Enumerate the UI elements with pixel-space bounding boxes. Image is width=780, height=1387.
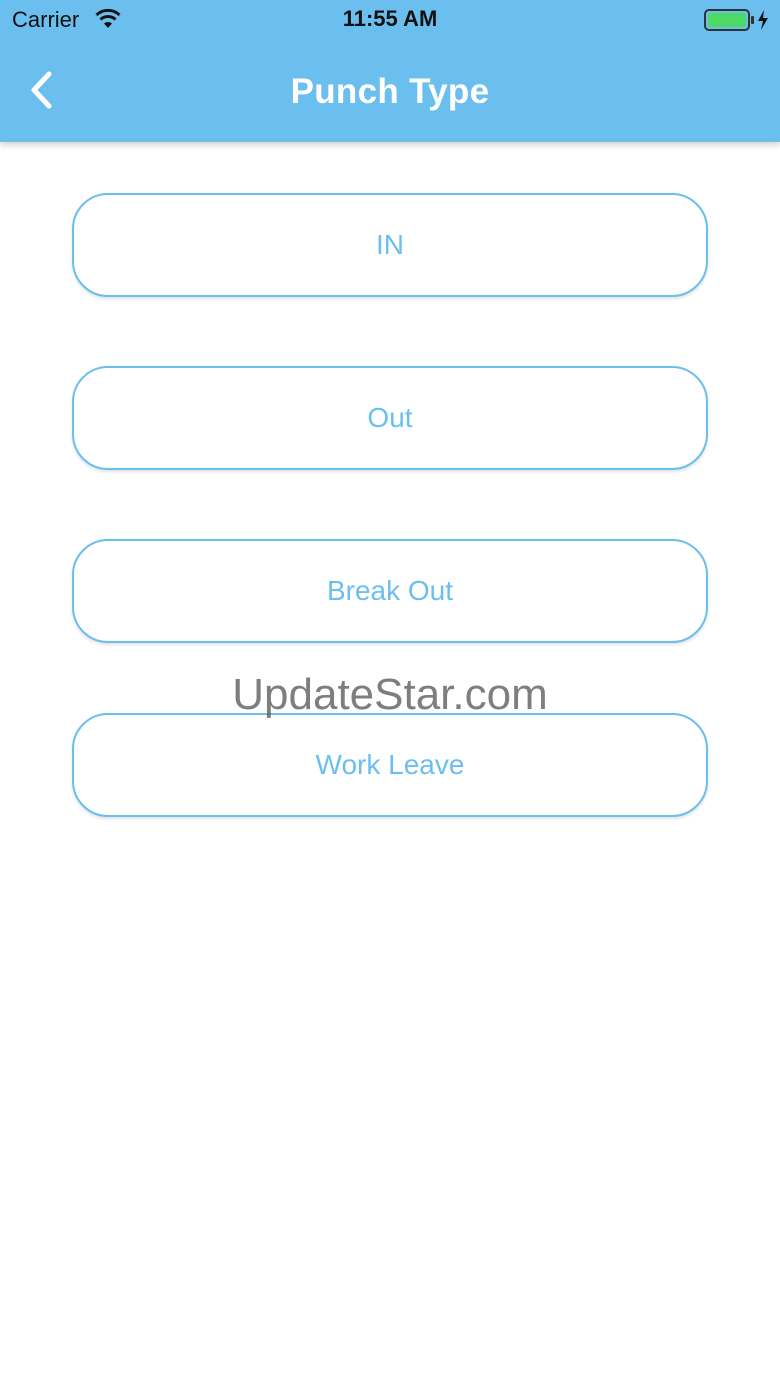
status-bar: Carrier 11:55 AM [0, 0, 780, 40]
page-title: Punch Type [290, 72, 490, 111]
punch-in-label: IN [376, 229, 404, 260]
navigation-bar: Punch Type [0, 40, 780, 142]
battery-charging-icon [704, 8, 774, 32]
punch-in-button[interactable]: IN [72, 193, 708, 297]
punch-out-button[interactable]: Out [72, 366, 708, 470]
work-leave-label: Work Leave [315, 749, 465, 780]
break-out-label: Break Out [326, 575, 454, 606]
punch-out-label: Out [367, 402, 413, 433]
status-time: 11:55 AM [342, 6, 438, 31]
app-header: Carrier 11:55 AM Punch Type [0, 0, 780, 142]
work-leave-button[interactable]: Work Leave [72, 713, 708, 817]
break-out-button[interactable]: Break Out [72, 539, 708, 643]
